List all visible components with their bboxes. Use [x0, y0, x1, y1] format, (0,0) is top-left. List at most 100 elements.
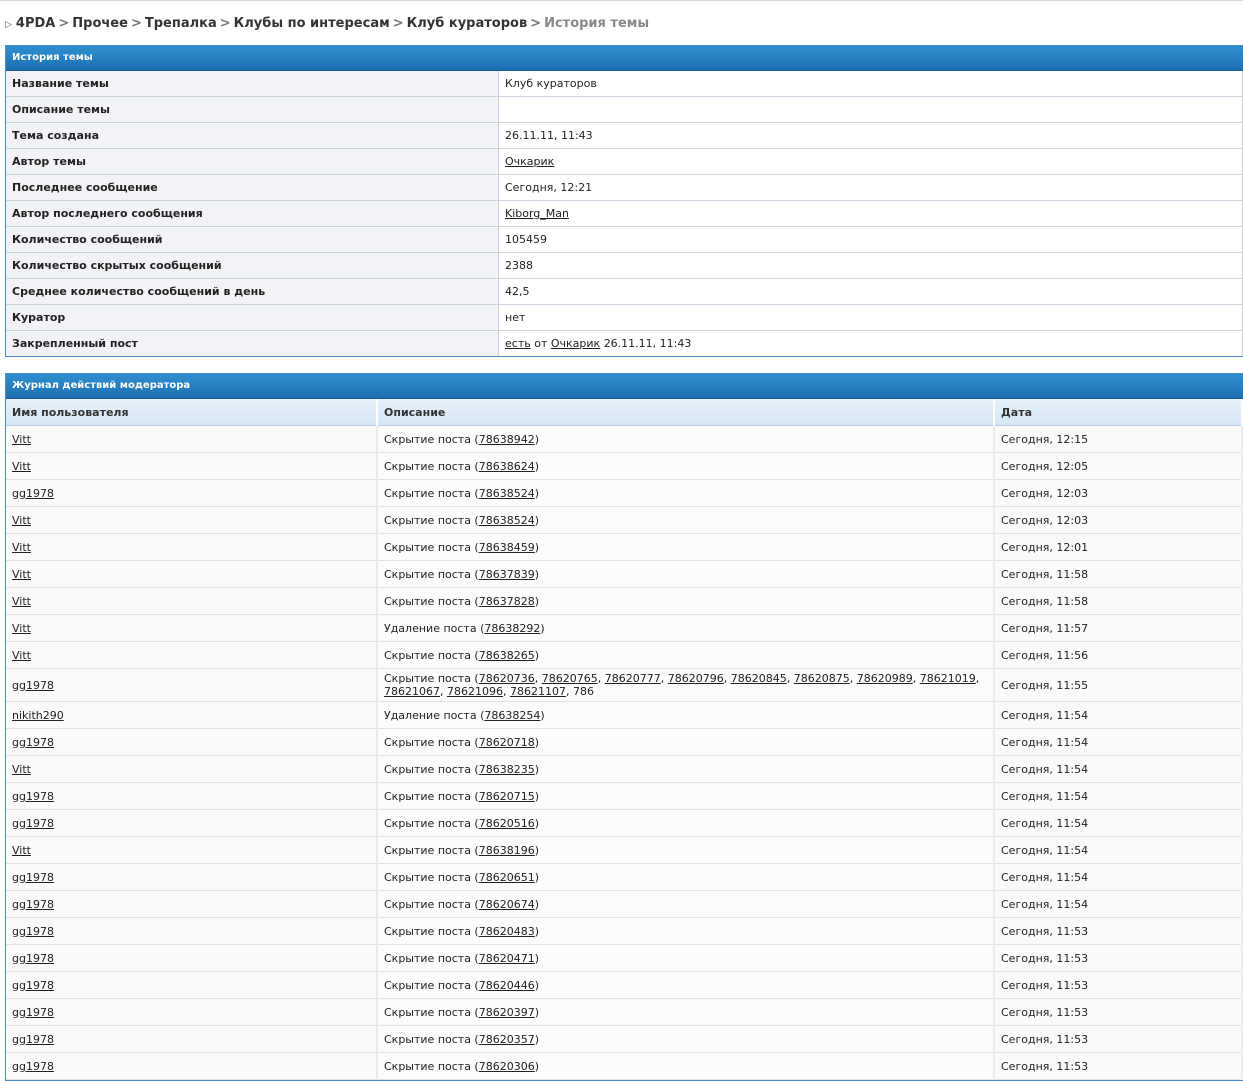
post-link[interactable]: 78638196 [479, 844, 535, 857]
user-link[interactable]: Vitt [12, 763, 31, 776]
post-link[interactable]: 78620674 [479, 898, 535, 911]
user-link[interactable]: gg1978 [12, 1060, 54, 1073]
breadcrumb-separator: > [130, 16, 142, 31]
user-link[interactable]: Vitt [12, 433, 31, 446]
column-header-description[interactable]: Описание [377, 399, 995, 426]
breadcrumb-item-4pda[interactable]: 4PDA [16, 16, 55, 31]
log-description-cell: Скрытие поста (78620471) [377, 944, 995, 972]
post-link[interactable]: 78638292 [484, 622, 540, 635]
post-link[interactable]: 78638524 [479, 514, 535, 527]
log-description-cell: Скрытие поста (78638524) [377, 479, 995, 507]
post-link[interactable]: 78620796 [668, 672, 724, 685]
user-link[interactable]: gg1978 [12, 1006, 54, 1019]
post-link[interactable]: 78620875 [794, 672, 850, 685]
post-link[interactable]: 78637839 [479, 568, 535, 581]
post-link[interactable]: 78620715 [479, 790, 535, 803]
post-link[interactable]: 78620471 [479, 952, 535, 965]
breadcrumb-item-clubs[interactable]: Клубы по интересам [234, 16, 390, 31]
user-link[interactable]: gg1978 [12, 1033, 54, 1046]
post-link[interactable]: 78621019 [920, 672, 976, 685]
user-link[interactable]: gg1978 [12, 736, 54, 749]
user-link[interactable]: gg1978 [12, 871, 54, 884]
user-link[interactable]: Vitt [12, 514, 31, 527]
user-link[interactable]: Vitt [12, 649, 31, 662]
post-link[interactable]: 78637828 [479, 595, 535, 608]
user-link[interactable]: gg1978 [12, 790, 54, 803]
user-link[interactable]: Kiborg_Man [505, 207, 569, 220]
action-text: Скрытие поста [384, 567, 471, 581]
user-link[interactable]: gg1978 [12, 817, 54, 830]
user-link[interactable]: gg1978 [12, 952, 54, 965]
user-link[interactable]: gg1978 [12, 898, 54, 911]
column-header-user[interactable]: Имя пользователя [6, 399, 378, 426]
column-header-date[interactable]: Дата [994, 399, 1243, 426]
log-date-cell: Сегодня, 12:15 [994, 425, 1243, 453]
post-link[interactable]: 78638942 [479, 433, 535, 446]
log-date-cell: Сегодня, 12:05 [994, 452, 1243, 480]
history-value: 105459 [498, 226, 1243, 253]
log-date-cell: Сегодня, 11:53 [994, 998, 1243, 1026]
log-user-cell: Vitt [6, 533, 378, 561]
post-link[interactable]: 78620777 [605, 672, 661, 685]
post-link[interactable]: 78620989 [857, 672, 913, 685]
post-link[interactable]: 78620397 [479, 1006, 535, 1019]
user-link[interactable]: Очкарик [505, 155, 554, 168]
post-link[interactable]: 78620736 [479, 672, 535, 685]
user-link[interactable]: Очкарик [551, 337, 600, 350]
post-link[interactable]: 78620845 [731, 672, 787, 685]
post-link[interactable]: 78620718 [479, 736, 535, 749]
breadcrumb-item-trepalka[interactable]: Трепалка [145, 16, 217, 31]
log-date-cell: Сегодня, 11:54 [994, 728, 1243, 756]
post-link[interactable]: 78620765 [542, 672, 598, 685]
post-link[interactable]: 78620306 [479, 1060, 535, 1073]
user-link[interactable]: gg1978 [12, 925, 54, 938]
user-link[interactable]: gg1978 [12, 979, 54, 992]
pinned-from-text: от [534, 337, 548, 350]
action-text: Скрытие поста [384, 1005, 471, 1019]
post-link[interactable]: 78621096 [447, 685, 503, 698]
post-link[interactable]: 78638235 [479, 763, 535, 776]
history-value: Очкарик [498, 148, 1243, 175]
post-link[interactable]: 78621107 [510, 685, 566, 698]
user-link[interactable]: Vitt [12, 595, 31, 608]
post-link[interactable]: 78638254 [484, 709, 540, 722]
post-link[interactable]: 78621067 [384, 685, 440, 698]
history-label: Тема создана [6, 122, 499, 149]
log-date-cell: Сегодня, 12:03 [994, 506, 1243, 534]
user-link[interactable]: Vitt [12, 568, 31, 581]
log-user-cell: gg1978 [6, 728, 378, 756]
user-link[interactable]: nikith290 [12, 709, 64, 722]
user-link[interactable]: gg1978 [12, 679, 54, 692]
breadcrumb-item-other[interactable]: Прочее [72, 16, 128, 31]
top-divider [0, 0, 1243, 3]
history-label: Автор темы [6, 148, 499, 175]
log-user-cell: gg1978 [6, 998, 378, 1026]
history-value: 2388 [498, 252, 1243, 279]
breadcrumb-item-curators-club[interactable]: Клуб кураторов [407, 16, 528, 31]
pinned-post-link[interactable]: есть [505, 337, 531, 350]
post-link[interactable]: 78638265 [479, 649, 535, 662]
log-row: gg1978 Скрытие поста (78620397) Сегодня, 1… [6, 998, 1243, 1026]
log-date-cell: Сегодня, 11:54 [994, 701, 1243, 729]
user-link[interactable]: gg1978 [12, 487, 54, 500]
topic-history-title: История темы [6, 46, 1243, 71]
post-link[interactable]: 78620446 [479, 979, 535, 992]
user-link[interactable]: Vitt [12, 844, 31, 857]
post-link[interactable]: 78638459 [479, 541, 535, 554]
user-link[interactable]: Vitt [12, 622, 31, 635]
user-link[interactable]: Vitt [12, 460, 31, 473]
post-link[interactable]: 78620651 [479, 871, 535, 884]
post-link[interactable]: 78620483 [479, 925, 535, 938]
log-description-cell: Скрытие поста (78620357) [377, 1025, 995, 1053]
log-date-cell: Сегодня, 11:53 [994, 944, 1243, 972]
history-label: Описание темы [6, 96, 499, 123]
post-link[interactable]: 78620357 [479, 1033, 535, 1046]
post-link[interactable]: 78620516 [479, 817, 535, 830]
log-row: Vitt Скрытие поста (78638942) Сегодня, 12:… [6, 425, 1243, 453]
action-text: Скрытие поста [384, 486, 471, 500]
user-link[interactable]: Vitt [12, 541, 31, 554]
post-link[interactable]: 78638524 [479, 487, 535, 500]
post-link[interactable]: 78638624 [479, 460, 535, 473]
log-row: gg1978 Скрытие поста (78620674) Сегодня, 1… [6, 890, 1243, 918]
log-row: Vitt Скрытие поста (78638524) Сегодня, 12:… [6, 506, 1243, 534]
